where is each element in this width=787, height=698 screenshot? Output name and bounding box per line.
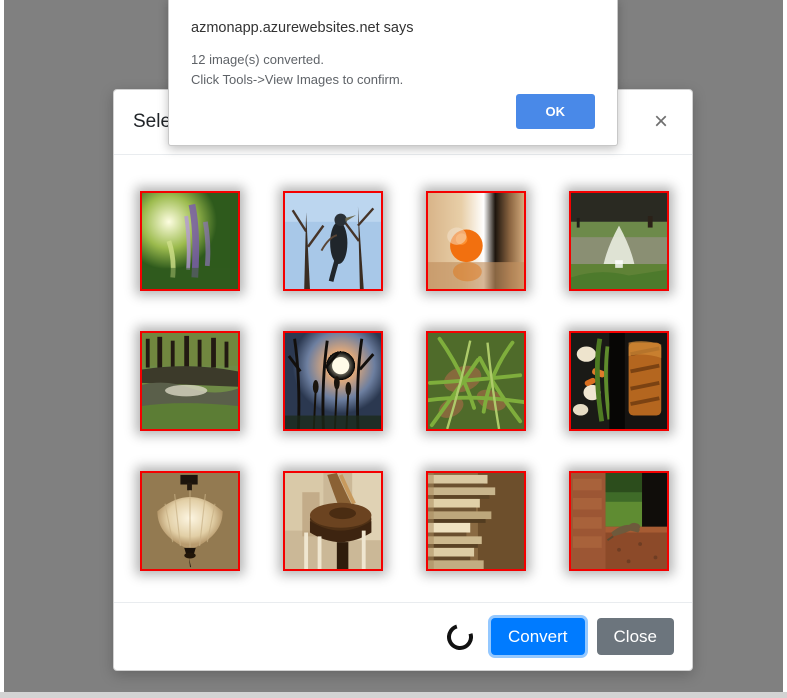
alert-message-line-1: 12 image(s) converted. <box>191 52 324 67</box>
thumbnail-books[interactable] <box>425 471 526 571</box>
alert-actions: OK <box>515 94 595 129</box>
page-root: Image Converter Select Images × Convert … <box>0 0 787 698</box>
alert-message-line-2: Click Tools->View Images to confirm. <box>191 72 404 88</box>
browser-alert-dialog: azmonapp.azurewebsites.net says 12 image… <box>168 0 618 146</box>
thumbnail-pond[interactable] <box>139 331 240 431</box>
close-button[interactable]: Close <box>596 618 674 655</box>
thumbnail-food[interactable] <box>568 331 669 431</box>
thumbnail-grid <box>114 191 692 571</box>
alert-message: 12 image(s) converted. Click Tools->View… <box>191 50 595 90</box>
modal-footer: Convert Close <box>114 602 692 670</box>
thumbnail-orange[interactable] <box>425 191 526 291</box>
loading-spinner <box>442 618 478 655</box>
thumbnail-banister[interactable] <box>282 471 383 571</box>
viewport-left-edge <box>0 0 4 698</box>
thumbnail-grass[interactable] <box>425 331 526 431</box>
select-images-modal: Select Images × Convert Close <box>113 89 693 671</box>
convert-button[interactable]: Convert <box>491 618 585 655</box>
viewport-bottom-edge <box>0 692 787 698</box>
alert-origin-text: azmonapp.azurewebsites.net says <box>191 20 414 36</box>
thumbnail-flowers[interactable] <box>139 191 240 291</box>
thumbnail-lamp[interactable] <box>139 471 240 571</box>
thumbnail-sunset[interactable] <box>282 331 383 431</box>
viewport-right-edge <box>783 0 787 698</box>
thumbnail-bird[interactable] <box>282 191 383 291</box>
alert-ok-button[interactable]: OK <box>515 94 595 129</box>
thumbnail-fountain[interactable] <box>568 191 669 291</box>
close-icon[interactable]: × <box>650 110 672 134</box>
modal-body <box>114 155 692 602</box>
thumbnail-lizard[interactable] <box>568 471 669 571</box>
